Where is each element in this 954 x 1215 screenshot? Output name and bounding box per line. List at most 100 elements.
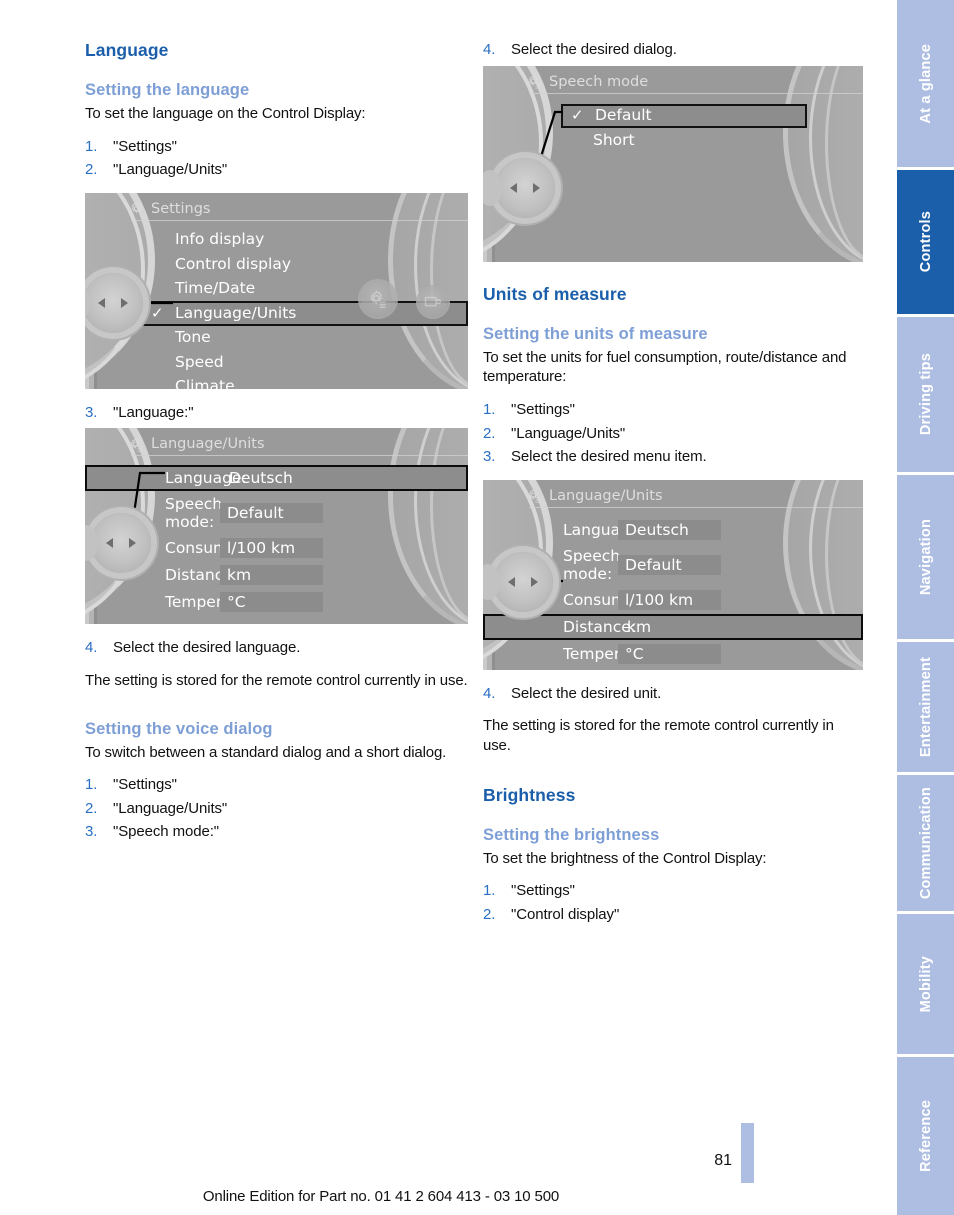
idrive-screenshot-language-units-1: Language/Units Language: Deutsch Speech … (85, 428, 468, 625)
idrive-controller-knob[interactable] (85, 272, 143, 333)
list-item: 1. "Settings" (85, 775, 468, 795)
step-number: 4. (483, 684, 496, 702)
heading-setting-the-brightness: Setting the brightness (483, 825, 660, 844)
step-text: "Language/Units" (113, 161, 228, 179)
menu-item-short[interactable]: Short (561, 128, 863, 153)
screen-title-row: Language/Units (85, 428, 468, 452)
screen-title: Language/Units (151, 436, 265, 453)
step-text: "Speech mode:" (113, 823, 219, 841)
gear-icon (370, 289, 386, 308)
step-number: 2. (483, 905, 496, 923)
row-label: Distance: (563, 617, 636, 636)
tab-at-a-glance[interactable]: At a glance (897, 0, 954, 167)
checkmark-icon: ✓ (151, 304, 164, 323)
tab-entertainment[interactable]: Entertainment (897, 642, 954, 772)
step-number: 3. (483, 448, 496, 466)
row-label: Language: (165, 469, 247, 488)
step-text: Select the desired dialog. (511, 41, 677, 58)
steps-language-select: 3. "Language:" (85, 403, 468, 423)
tab-controls[interactable]: Controls (897, 170, 954, 314)
step-number: 3. (85, 403, 98, 421)
steps-brightness: 1. "Settings" 2. "Control display" (483, 881, 863, 924)
arrow-right-icon (533, 182, 540, 193)
row-language[interactable]: Language: Deutsch (85, 465, 468, 492)
steps-setting-the-language: 1. "Settings" 2. "Language/Units" (85, 137, 468, 180)
knob-side-button[interactable] (483, 563, 500, 600)
step-text: Select the desired unit. (511, 684, 662, 702)
tab-label: Navigation (917, 518, 934, 596)
list-item: 2. "Control display" (483, 905, 863, 925)
tab-communication[interactable]: Communication (897, 775, 954, 911)
row-value: km (220, 565, 323, 586)
intro-brightness: To set the brightness of the Control Dis… (483, 849, 767, 867)
idrive-controller-knob[interactable] (85, 513, 151, 574)
menu-item-climate[interactable]: Climate (85, 375, 468, 389)
row-distance[interactable]: Distance: km (483, 613, 863, 640)
step-number: 3. (85, 823, 98, 841)
row-language[interactable]: Language: Deutsch (483, 517, 863, 543)
speech-mode-menu-list: ✓ Default Short (483, 103, 863, 153)
page-number-accent-bar (741, 1123, 754, 1183)
menu-item-label: Short (593, 130, 635, 149)
list-item: 3. "Speech mode:" (85, 822, 468, 842)
row-temperature[interactable]: Temperature: °C (483, 641, 863, 667)
list-item: 1. "Settings" (483, 881, 863, 901)
row-temperature[interactable]: Temperature: °C (85, 589, 468, 615)
step-text: Select the desired language. (113, 639, 301, 657)
tab-mobility[interactable]: Mobility (897, 914, 954, 1054)
tab-navigation[interactable]: Navigation (897, 475, 954, 639)
knob-side-button[interactable] (85, 284, 90, 321)
list-item: 3. "Language:" (85, 403, 468, 423)
menu-item-speed[interactable]: Speed (85, 350, 468, 375)
step-number: 4. (483, 41, 496, 58)
idrive-controller-knob[interactable] (483, 157, 555, 218)
menu-item-info-display[interactable]: Info display (85, 228, 468, 253)
intro-voice-dialog: To switch between a standard dialog and … (85, 743, 447, 761)
list-item: 1. "Settings" (483, 400, 863, 420)
menu-item-label: Tone (175, 328, 211, 347)
step-text: "Language/Units" (511, 424, 626, 442)
list-item: 3. Select the desired menu item. (483, 447, 863, 467)
step-text: "Settings" (113, 137, 177, 155)
arrow-left-icon (510, 182, 517, 193)
menu-item-control-display[interactable]: Control display (85, 252, 468, 277)
menu-item-label: Control display (175, 254, 291, 273)
page-title-brightness: Brightness (483, 784, 576, 805)
step-number: 1. (85, 137, 98, 155)
note-setting-stored: The setting is stored for the remote con… (85, 671, 468, 689)
list-item: 4. Select the desired language. (85, 638, 468, 658)
knob-side-button[interactable] (85, 525, 98, 562)
steps-language-step4: 4. Select the desired language. (85, 638, 468, 658)
step-number: 4. (85, 639, 98, 657)
arrow-right-icon (129, 538, 136, 549)
list-item: 4. Select the desired dialog. (483, 40, 863, 60)
gear-icon (528, 488, 541, 503)
display-button[interactable] (418, 286, 448, 317)
arrow-left-icon (98, 297, 105, 308)
step-text: "Language:" (113, 403, 194, 421)
row-value: km (627, 617, 652, 636)
idrive-controller-knob[interactable] (483, 551, 553, 612)
row-value: °C (220, 592, 323, 613)
steps-units-of-measure: 1. "Settings" 2. "Language/Units" 3. Sel… (483, 400, 863, 467)
title-divider (131, 455, 468, 457)
list-item: 1. "Settings" (85, 137, 468, 157)
row-value: l/100 km (220, 538, 323, 559)
screen-title: Settings (151, 200, 211, 217)
menu-item-label: Info display (175, 230, 265, 249)
tab-label: Communication (917, 786, 934, 900)
gear-icon (528, 74, 541, 89)
step-number: 2. (85, 161, 98, 179)
step-text: "Language/Units" (113, 799, 228, 817)
settings-gear-button[interactable] (360, 280, 396, 317)
menu-item-default[interactable]: ✓ Default (561, 103, 807, 128)
intro-setting-the-language: To set the language on the Control Displ… (85, 105, 366, 122)
knob-side-button[interactable] (483, 169, 502, 206)
display-icon (424, 296, 442, 307)
section-tab-rail: At a glance Controls Driving tips Naviga… (897, 0, 954, 1215)
steps-select-dialog: 4. Select the desired dialog. (483, 40, 863, 60)
row-distance[interactable]: Distance: km (85, 562, 468, 588)
tab-driving-tips[interactable]: Driving tips (897, 317, 954, 472)
arrow-left-icon (106, 538, 113, 549)
menu-item-tone[interactable]: Tone (85, 326, 468, 351)
